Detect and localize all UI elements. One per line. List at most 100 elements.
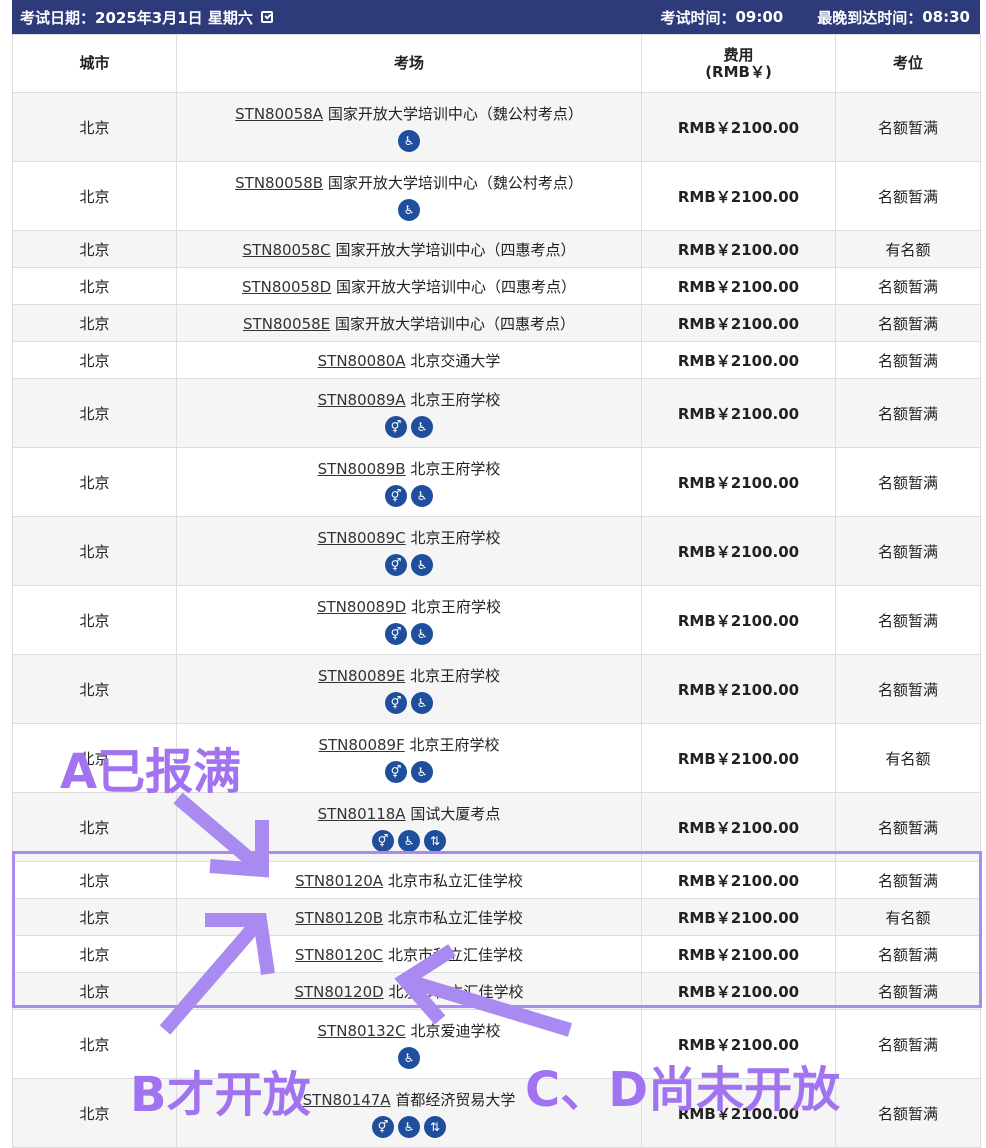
venue-cell: STN80120D 北京市私立汇佳学校 [176, 972, 642, 1010]
restroom-icon: ⚥ [385, 691, 407, 714]
restroom-icon: ⚥ [385, 760, 407, 783]
venue-code-link[interactable]: STN80058D [242, 278, 331, 296]
city-cell: 北京 [12, 1009, 177, 1079]
venue-code-link[interactable]: STN80058A [235, 105, 323, 123]
seat-status-cell: 有名额 [835, 723, 981, 793]
venue-code-link[interactable]: STN80080A [318, 352, 406, 370]
seat-status-cell: 名额暂满 [835, 304, 981, 342]
venue-name: 国家开放大学培训中心（四惠考点） [335, 277, 576, 296]
seat-status-cell: 名额暂满 [835, 161, 981, 231]
city-cell: 北京 [12, 378, 177, 448]
city-cell: 北京 [12, 267, 177, 305]
venue-cell: STN80058A 国家开放大学培训中心（魏公村考点） ♿ [176, 92, 642, 162]
city-cell: 北京 [12, 898, 177, 936]
venue-cell: STN80089C 北京王府学校 ⚥ ♿ [176, 516, 642, 586]
venue-name: 国家开放大学培训中心（魏公村考点） [327, 104, 583, 123]
column-header-city: 城市 [12, 34, 177, 93]
facility-icons: ⚥ ♿ [177, 553, 641, 576]
fee-cell: RMB￥2100.00 [641, 304, 836, 342]
seat-status-cell: 名额暂满 [835, 1078, 981, 1148]
venue-name: 北京市私立汇佳学校 [387, 908, 523, 927]
venue-name: 国家开放大学培训中心（魏公村考点） [327, 173, 583, 192]
venue-cell: STN80120A 北京市私立汇佳学校 [176, 861, 642, 899]
venue-name: 国试大厦考点 [410, 804, 501, 823]
arrival-time: 08:30 [922, 8, 970, 26]
venue-cell: STN80089B 北京王府学校 ⚥ ♿ [176, 447, 642, 517]
venue-code-link[interactable]: STN80089B [318, 460, 406, 478]
venue-code-link[interactable]: STN80089A [318, 391, 406, 409]
venue-code-link[interactable]: STN80089C [318, 529, 406, 547]
venue-code-link[interactable]: STN80089F [318, 736, 404, 754]
table-row: 北京 STN80118A 国试大厦考点 ⚥ ♿ ⇅ RMB￥2100.00 名额暂满 [12, 792, 981, 862]
venue-cell: STN80058B 国家开放大学培训中心（魏公村考点） ♿ [176, 161, 642, 231]
facility-icons: ♿ [177, 1046, 641, 1069]
elevator-icon: ⇅ [424, 1115, 446, 1138]
venue-code-link[interactable]: STN80118A [318, 805, 406, 823]
column-header-seat: 考位 [835, 34, 981, 93]
venue-name: 北京王府学校 [410, 390, 501, 409]
venue-code-link[interactable]: STN80120D [295, 983, 384, 1001]
fee-cell: RMB￥2100.00 [641, 972, 836, 1010]
fee-cell: RMB￥2100.00 [641, 861, 836, 899]
facility-icons: ⚥ ♿ [177, 622, 641, 645]
facility-icons: ♿ [177, 129, 641, 152]
fee-cell: RMB￥2100.00 [641, 161, 836, 231]
venue-code-link[interactable]: STN80089E [318, 667, 405, 685]
venue-cell: STN80089F 北京王府学校 ⚥ ♿ [176, 723, 642, 793]
wheelchair-icon: ♿ [398, 129, 420, 152]
venue-cell: STN80120B 北京市私立汇佳学校 [176, 898, 642, 936]
fee-cell: RMB￥2100.00 [641, 341, 836, 379]
table-row: 北京 STN80058D 国家开放大学培训中心（四惠考点） RMB￥2100.00 名… [12, 267, 981, 305]
column-header-fee: 费用 (RMB￥) [641, 34, 836, 93]
facility-icons: ⚥ ♿ [177, 484, 641, 507]
venue-code-link[interactable]: STN80089D [317, 598, 406, 616]
facility-icons: ⚥ ♿ [177, 415, 641, 438]
city-cell: 北京 [12, 792, 177, 862]
venue-code-link[interactable]: STN80058C [243, 241, 331, 259]
restroom-icon: ⚥ [385, 622, 407, 645]
venue-name: 北京交通大学 [410, 351, 501, 370]
venue-code-link[interactable]: STN80147A [303, 1091, 391, 1109]
table-row: 北京 STN80089B 北京王府学校 ⚥ ♿ RMB￥2100.00 名额暂满 [12, 447, 981, 517]
exam-time: 09:00 [735, 8, 784, 26]
venue-code-link[interactable]: STN80120B [295, 909, 383, 927]
fee-cell: RMB￥2100.00 [641, 516, 836, 586]
restroom-icon: ⚥ [385, 484, 407, 507]
wheelchair-icon: ♿ [411, 484, 433, 507]
wheelchair-icon: ♿ [398, 829, 420, 852]
venue-cell: STN80132C 北京爱迪学校 ♿ [176, 1009, 642, 1079]
table-row: 北京 STN80058C 国家开放大学培训中心（四惠考点） RMB￥2100.00 有… [12, 230, 981, 268]
fee-cell: RMB￥2100.00 [641, 654, 836, 724]
exam-time-label: 考试时间： [660, 8, 736, 27]
venue-name: 北京王府学校 [409, 666, 500, 685]
city-cell: 北京 [12, 654, 177, 724]
table-row: 北京 STN80120A 北京市私立汇佳学校 RMB￥2100.00 名额暂满 [12, 861, 981, 899]
venue-name: 北京爱迪学校 [410, 1021, 501, 1040]
table-row: 北京 STN80120D 北京市私立汇佳学校 RMB￥2100.00 名额暂满 [12, 972, 981, 1010]
table-row: 北京 STN80058A 国家开放大学培训中心（魏公村考点） ♿ RMB￥2100.0… [12, 92, 981, 162]
fee-cell: RMB￥2100.00 [641, 585, 836, 655]
venue-name: 北京市私立汇佳学校 [387, 945, 523, 964]
fee-cell: RMB￥2100.00 [641, 378, 836, 448]
venue-code-link[interactable]: STN80132C [318, 1022, 406, 1040]
venue-name: 国家开放大学培训中心（四惠考点） [335, 240, 576, 259]
seat-status-cell: 名额暂满 [835, 861, 981, 899]
wheelchair-icon: ♿ [411, 760, 433, 783]
seat-status-cell: 名额暂满 [835, 1009, 981, 1079]
city-cell: 北京 [12, 861, 177, 899]
venue-code-link[interactable]: STN80058E [243, 315, 330, 333]
venue-code-link[interactable]: STN80058B [235, 174, 323, 192]
exam-date: 2025年3月1日 星期六 [95, 8, 253, 27]
calendar-icon[interactable] [260, 11, 273, 23]
exam-date-label: 考试日期： [20, 8, 96, 27]
facility-icons: ⚥ ♿ [177, 760, 641, 783]
wheelchair-icon: ♿ [398, 198, 420, 221]
venue-cell: STN80120C 北京市私立汇佳学校 [176, 935, 642, 973]
facility-icons: ⚥ ♿ ⇅ [177, 1115, 641, 1138]
venue-name: 北京王府学校 [409, 735, 500, 754]
city-cell: 北京 [12, 161, 177, 231]
wheelchair-icon: ♿ [411, 415, 433, 438]
venue-code-link[interactable]: STN80120A [295, 872, 383, 890]
venue-code-link[interactable]: STN80120C [295, 946, 383, 964]
wheelchair-icon: ♿ [411, 553, 433, 576]
